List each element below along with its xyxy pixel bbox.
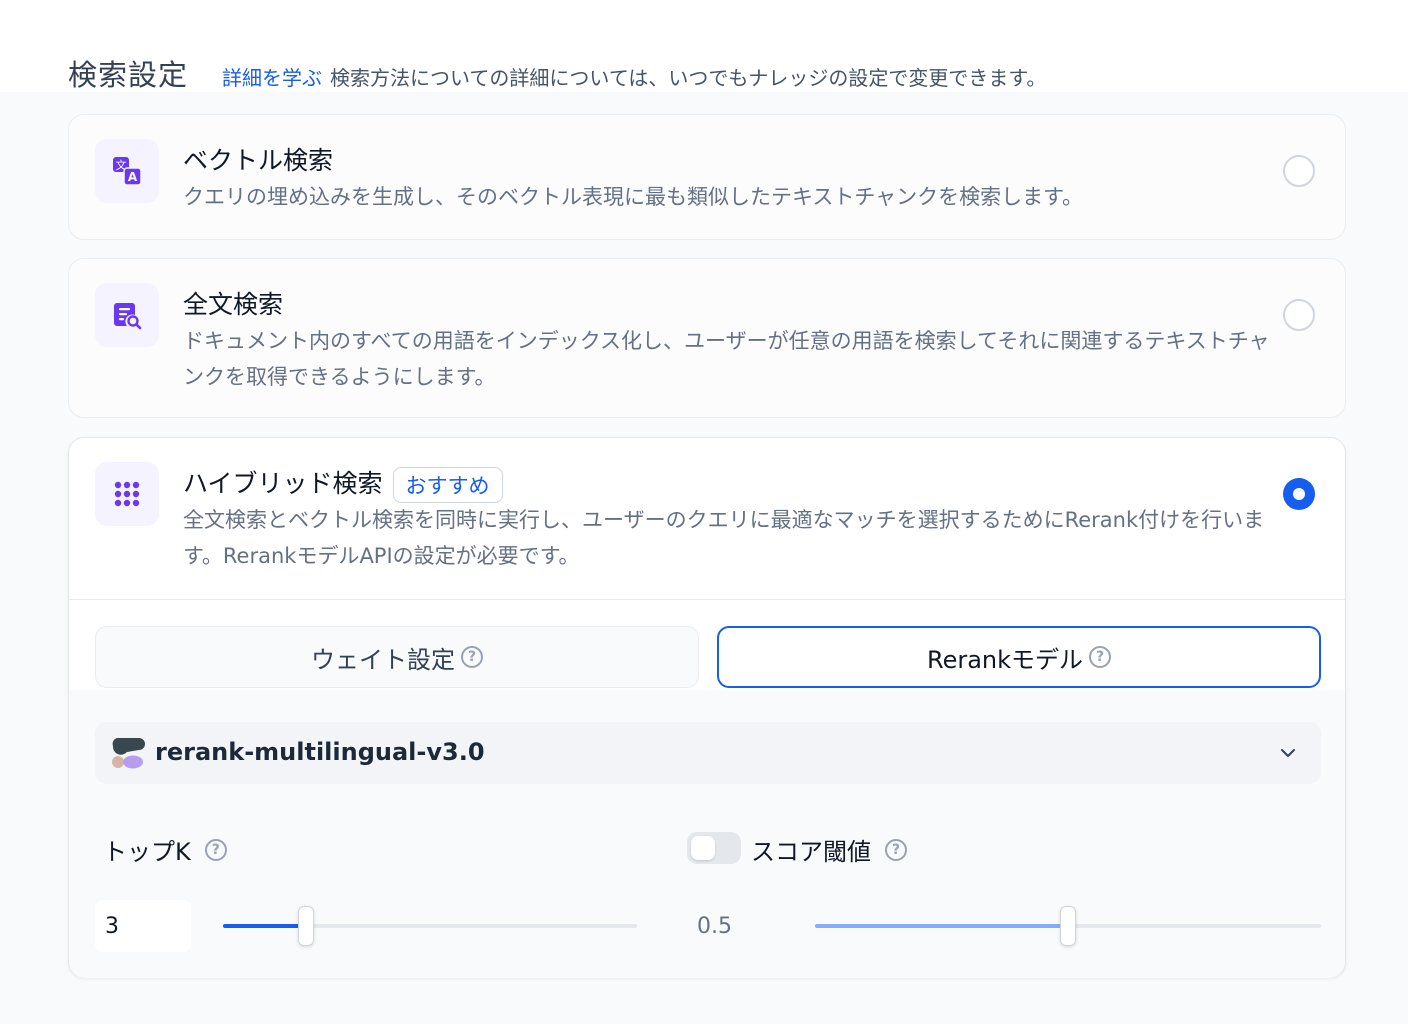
slider-thumb[interactable] — [1060, 906, 1076, 946]
full-text-search-option[interactable]: 全文検索 ドキュメント内のすべての用語をインデックス化し、ユーザーが任意の用語を… — [68, 258, 1346, 418]
rerank-model-select[interactable]: rerank-multilingual-v3.0 — [95, 722, 1321, 784]
cohere-logo-icon — [112, 738, 145, 769]
top-k-input[interactable]: 3 — [95, 900, 191, 952]
score-threshold-toggle[interactable] — [687, 832, 741, 864]
divider — [69, 599, 1345, 600]
tab-label: Rerankモデル — [926, 645, 1084, 674]
help-icon[interactable]: ? — [204, 838, 227, 861]
tab-rerank-model[interactable]: Rerankモデル ? — [717, 626, 1321, 688]
top-k-label-text: トップK — [103, 838, 191, 866]
slider-fill — [815, 924, 1068, 928]
model-name: rerank-multilingual-v3.0 — [155, 738, 485, 766]
tab-weight-settings[interactable]: ウェイト設定 ? — [95, 626, 699, 688]
vector-search-option[interactable]: 文 A ベクトル検索 クエリの埋め込みを生成し、そのベクトル表現に最も類似したテ… — [68, 114, 1346, 240]
learn-more-link[interactable]: 詳細を学ぶ — [222, 62, 322, 91]
score-threshold-slider[interactable] — [815, 906, 1321, 946]
top-k-label: トップK ? — [103, 832, 227, 867]
score-threshold-input[interactable]: 0.5 — [687, 900, 783, 952]
option-title-text: ハイブリッド検索 — [183, 469, 383, 498]
slider-thumb[interactable] — [297, 906, 314, 946]
help-icon[interactable]: ? — [461, 646, 483, 668]
chevron-down-icon — [1281, 749, 1295, 757]
option-description: ドキュメント内のすべての用語をインデックス化し、ユーザーが任意の用語を検索してそ… — [183, 329, 1270, 389]
tab-label: ウェイト設定 — [311, 645, 455, 674]
retrieval-settings-header: 検索設定 詳細を学ぶ 検索方法についての詳細については、いつでもナレッジの設定で… — [68, 52, 1046, 92]
full-text-search-radio[interactable] — [1283, 299, 1315, 331]
help-icon[interactable]: ? — [1089, 646, 1112, 668]
option-title: ハイブリッド検索 おすすめ — [183, 464, 503, 503]
vector-search-radio[interactable] — [1283, 155, 1315, 187]
option-title: ベクトル検索 — [183, 146, 334, 175]
score-threshold-label: スコア閾値 ? — [751, 832, 907, 867]
option-title: 全文検索 — [183, 290, 284, 319]
grid-dots-icon — [95, 462, 159, 526]
recommended-badge: おすすめ — [392, 467, 503, 503]
option-description: クエリの埋め込みを生成し、そのベクトル表現に最も類似したテキストチャンクを検索し… — [183, 185, 1084, 209]
svg-text:A: A — [128, 170, 138, 184]
top-k-slider[interactable] — [223, 906, 637, 946]
slider-fill — [223, 924, 306, 928]
option-description: 全文検索とベクトル検索を同時に実行し、ユーザーのクエリに最適なマッチを選択するた… — [183, 508, 1265, 568]
document-search-icon — [95, 283, 159, 347]
translate-icon: 文 A — [95, 139, 159, 203]
help-icon[interactable]: ? — [885, 838, 907, 861]
page-title: 検索設定 — [68, 58, 189, 92]
hybrid-search-radio[interactable] — [1283, 478, 1315, 510]
score-threshold-label-text: スコア閾値 — [751, 838, 871, 866]
hybrid-search-option[interactable]: ハイブリッド検索 おすすめ 全文検索とベクトル検索を同時に実行し、ユーザーのクエリ… — [68, 437, 1346, 978]
header-description: 検索方法についての詳細については、いつでもナレッジの設定で変更できます。 — [330, 66, 1047, 90]
